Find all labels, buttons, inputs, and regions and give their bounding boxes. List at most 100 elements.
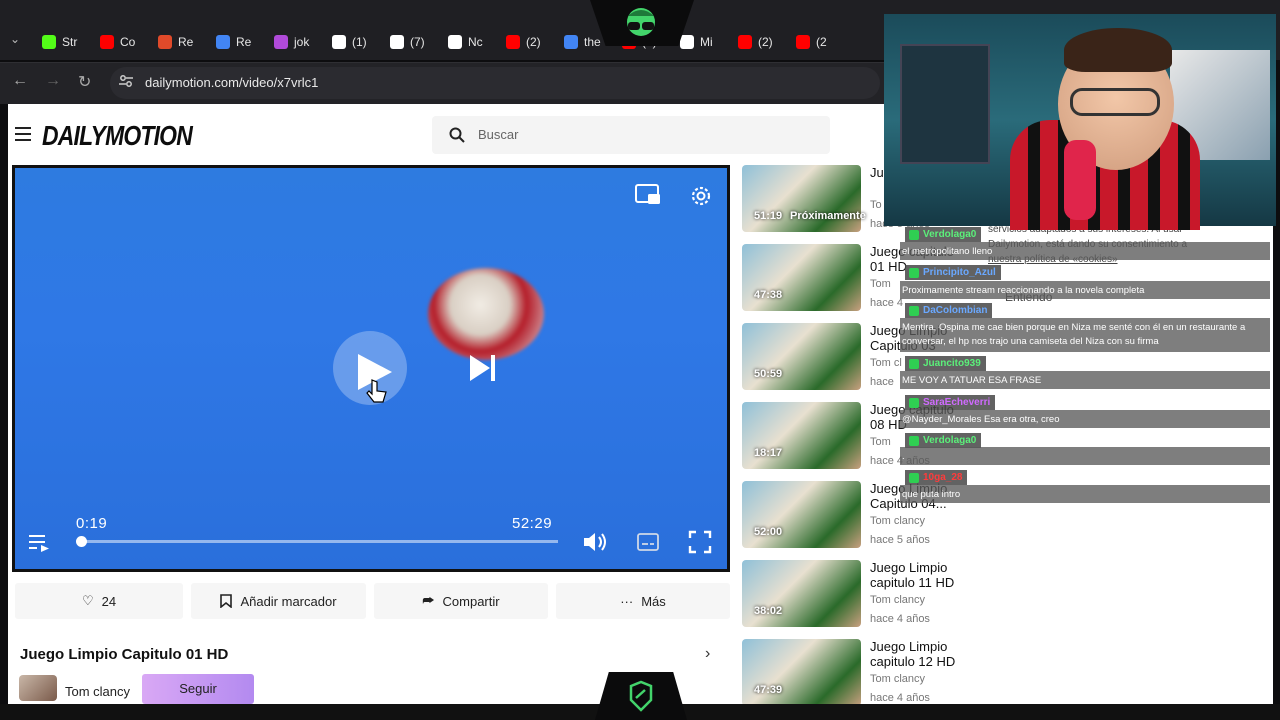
- browser-tab[interactable]: Re: [216, 30, 251, 54]
- site-settings-icon[interactable]: [118, 73, 134, 89]
- video-frame-ball: [428, 268, 544, 360]
- suggestion-age: hace 5 años: [870, 534, 930, 546]
- browser-tab[interactable]: Mi: [680, 30, 713, 54]
- suggestion-channel[interactable]: Tom clancy: [870, 673, 925, 685]
- suggestion-duration: 18:17: [754, 447, 783, 459]
- dailymotion-logo[interactable]: DAILYMOTION: [42, 120, 193, 152]
- tab-label: (2): [526, 35, 541, 49]
- suggestion-age: hace: [870, 376, 894, 388]
- tab-label: Mi: [700, 35, 713, 49]
- suggestion-channel[interactable]: Tom: [870, 278, 891, 290]
- back-icon[interactable]: ←: [12, 72, 28, 90]
- chat-badge-icon: [909, 472, 919, 483]
- streamer-hair: [1064, 28, 1172, 72]
- chevron-right-icon[interactable]: ›: [705, 645, 710, 663]
- tab-list-chevron-icon[interactable]: ⌄: [10, 32, 20, 46]
- tab-label: Co: [120, 35, 136, 49]
- heart-icon: ♡: [81, 593, 94, 608]
- suggestion-badge: Próximamente: [790, 210, 866, 222]
- browser-tab[interactable]: Str: [42, 30, 77, 54]
- tab-label: Re: [236, 35, 252, 49]
- browser-tab[interactable]: Re: [158, 30, 193, 54]
- tab-favicon-icon: [564, 35, 578, 49]
- suggestion-channel[interactable]: To: [870, 199, 882, 211]
- menu-icon[interactable]: [15, 127, 31, 141]
- suggestion-title[interactable]: Juego Limpio capitulo 12 HD: [870, 639, 970, 669]
- webcam-background-board: [900, 44, 990, 164]
- bookmark-icon: [220, 594, 233, 608]
- suggestion-duration: 47:39: [754, 684, 783, 696]
- chat-message: Mentira, Ospina me cae bien porque en Ni…: [900, 318, 1270, 352]
- tab-favicon-icon: [738, 35, 752, 49]
- like-count: 24: [101, 593, 117, 609]
- tab-favicon-icon: [332, 35, 346, 49]
- tab-favicon-icon: [796, 35, 810, 49]
- chat-user-text: Juancito939: [923, 358, 981, 369]
- more-button[interactable]: ··· Más: [556, 583, 730, 619]
- chat-message: el metropolitano lleno: [900, 242, 1270, 260]
- browser-tab[interactable]: Nc: [448, 30, 483, 54]
- chat-message: Proximamente stream reaccionando a la no…: [900, 281, 1270, 299]
- suggestion-channel[interactable]: Tom clancy: [870, 594, 925, 606]
- chat-message: ME VOY A TATUAR ESA FRASE: [900, 371, 1270, 389]
- channel-name[interactable]: Tom clancy: [65, 684, 130, 699]
- tab-label: (2: [816, 35, 827, 49]
- chat-badge-icon: [909, 435, 919, 446]
- tab-favicon-icon: [448, 35, 462, 49]
- chat-username: 10ga_28: [905, 470, 968, 485]
- gear-icon[interactable]: [688, 183, 714, 209]
- shield-icon: [629, 680, 653, 712]
- bookmark-button[interactable]: Añadir marcador: [191, 583, 366, 619]
- bookmark-label: Añadir marcador: [240, 593, 337, 609]
- progress-bar[interactable]: [78, 540, 558, 543]
- playlist-icon[interactable]: [27, 530, 51, 554]
- follow-button[interactable]: Seguir: [142, 674, 254, 704]
- avatar[interactable]: [19, 675, 57, 701]
- tab-label: the: [584, 35, 601, 49]
- like-button[interactable]: ♡ 24: [15, 583, 183, 619]
- browser-tab[interactable]: (2): [738, 30, 773, 54]
- suggestion-item[interactable]: 38:02 Juego Limpio capitulo 11 HD Tom clan…: [742, 560, 972, 628]
- browser-tab[interactable]: (7): [390, 30, 425, 54]
- tab-favicon-icon: [390, 35, 404, 49]
- reload-icon[interactable]: ↻: [78, 72, 91, 92]
- suggestion-channel[interactable]: Tom cl: [870, 357, 902, 369]
- tab-favicon-icon: [42, 35, 56, 49]
- chat-badge-icon: [909, 397, 919, 408]
- share-button[interactable]: ⮫ Compartir: [374, 583, 548, 619]
- chat-username: Verdolaga0: [905, 433, 982, 448]
- tab-label: Re: [178, 35, 194, 49]
- chat-username: SaraEcheverri: [905, 395, 996, 410]
- browser-tab[interactable]: jok: [274, 30, 309, 54]
- streamer-logo-icon: [627, 8, 655, 36]
- tab-label: (7): [410, 35, 425, 49]
- forward-icon[interactable]: →: [45, 72, 61, 90]
- chat-message: .: [900, 447, 1270, 465]
- chat-badge-icon: [909, 229, 919, 240]
- suggestion-channel[interactable]: Tom: [870, 436, 891, 448]
- browser-tab[interactable]: (2): [506, 30, 541, 54]
- browser-tab[interactable]: Co: [100, 30, 135, 54]
- picture-in-picture-icon[interactable]: [634, 183, 662, 207]
- tab-favicon-icon: [100, 35, 114, 49]
- progress-knob[interactable]: [75, 536, 87, 547]
- fullscreen-icon[interactable]: [688, 530, 712, 554]
- chat-user-text: Verdolaga0: [923, 435, 977, 446]
- volume-icon[interactable]: [582, 530, 608, 554]
- current-time: 0:19: [76, 515, 108, 532]
- next-video-icon[interactable]: [468, 353, 498, 383]
- suggestion-title[interactable]: Juego Limpio capitulo 11 HD: [870, 560, 970, 590]
- chat-badge-icon: [909, 267, 919, 278]
- browser-tab[interactable]: (1): [332, 30, 367, 54]
- browser-tab[interactable]: the: [564, 30, 601, 54]
- suggestion-channel[interactable]: Tom clancy: [870, 515, 925, 527]
- tab-label: jok: [294, 35, 310, 49]
- tab-favicon-icon: [216, 35, 230, 49]
- suggestion-item[interactable]: 47:39 Juego Limpio capitulo 12 HD Tom clan…: [742, 639, 972, 707]
- chat-username: Juancito939: [905, 356, 986, 371]
- suggestion-duration: 51:19: [754, 210, 783, 222]
- browser-tab[interactable]: (2: [796, 30, 827, 54]
- share-icon: ⮫: [422, 593, 435, 608]
- subtitles-icon[interactable]: [636, 530, 660, 554]
- total-time: 52:29: [512, 515, 553, 532]
